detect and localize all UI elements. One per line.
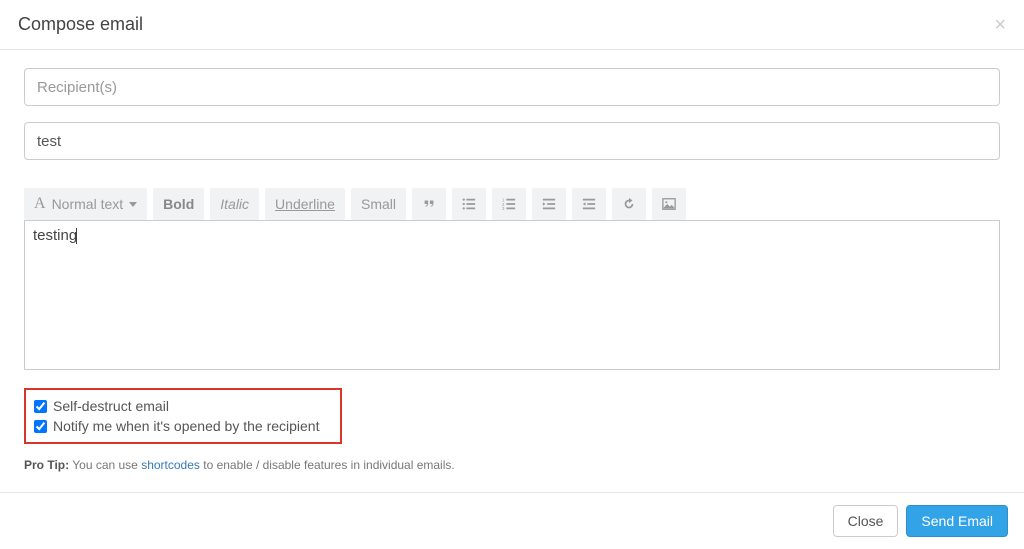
editor-toolbar: A Normal text Bold Italic Underline Smal… xyxy=(24,188,1000,220)
notify-open-label: Notify me when it's opened by the recipi… xyxy=(53,418,320,434)
subject-input[interactable] xyxy=(24,122,1000,160)
font-style-label: Normal text xyxy=(52,196,124,212)
unordered-list-icon xyxy=(462,197,476,211)
send-email-button[interactable]: Send Email xyxy=(906,505,1008,537)
chevron-down-icon xyxy=(129,202,137,207)
pro-tip-prefix: You can use xyxy=(69,458,141,472)
close-icon[interactable]: × xyxy=(994,15,1006,35)
indent-button[interactable] xyxy=(532,188,566,220)
ul-button[interactable] xyxy=(452,188,486,220)
redo-icon xyxy=(622,197,636,211)
body-text: testing xyxy=(33,227,77,244)
shortcodes-link[interactable]: shortcodes xyxy=(141,458,200,472)
font-style-dropdown[interactable]: A Normal text xyxy=(24,188,147,220)
pro-tip-suffix: to enable / disable features in individu… xyxy=(200,458,455,472)
notify-open-checkbox[interactable] xyxy=(34,420,47,433)
small-button[interactable]: Small xyxy=(351,188,406,220)
self-destruct-label: Self-destruct email xyxy=(53,398,169,414)
close-button[interactable]: Close xyxy=(833,505,899,537)
recipients-input[interactable] xyxy=(24,68,1000,106)
italic-button[interactable]: Italic xyxy=(210,188,259,220)
ordered-list-icon: 123 xyxy=(502,197,516,211)
modal-title: Compose email xyxy=(18,14,143,35)
redo-button[interactable] xyxy=(612,188,646,220)
image-button[interactable] xyxy=(652,188,686,220)
quote-button[interactable] xyxy=(412,188,446,220)
pro-tip-label: Pro Tip: xyxy=(24,458,69,472)
self-destruct-checkbox[interactable] xyxy=(34,400,47,413)
ol-button[interactable]: 123 xyxy=(492,188,526,220)
pro-tip-text: Pro Tip: You can use shortcodes to enabl… xyxy=(24,458,1000,472)
notify-open-option[interactable]: Notify me when it's opened by the recipi… xyxy=(34,416,332,436)
indent-icon xyxy=(542,197,556,211)
quote-icon xyxy=(422,197,436,211)
svg-text:3: 3 xyxy=(502,206,505,211)
outdent-button[interactable] xyxy=(572,188,606,220)
bold-button[interactable]: Bold xyxy=(153,188,204,220)
underline-button[interactable]: Underline xyxy=(265,188,345,220)
image-icon xyxy=(662,197,676,211)
options-highlight-box: Self-destruct email Notify me when it's … xyxy=(24,388,342,444)
outdent-icon xyxy=(582,197,596,211)
self-destruct-option[interactable]: Self-destruct email xyxy=(34,396,332,416)
font-icon: A xyxy=(34,195,46,213)
modal-footer: Close Send Email xyxy=(0,492,1024,549)
email-body-editor[interactable]: testing xyxy=(24,220,1000,370)
